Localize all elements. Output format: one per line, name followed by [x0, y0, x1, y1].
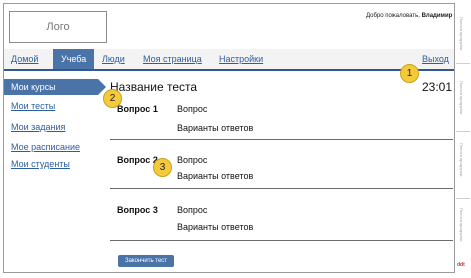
answer-options[interactable]: Варианты ответов	[177, 123, 253, 133]
logout-link[interactable]: Выход	[422, 54, 449, 64]
page-frame: Лого Добро пожаловать, Владимир Домой Уч…	[3, 3, 455, 273]
nav-my-page[interactable]: Моя страница	[143, 54, 202, 64]
question-label: Вопрос 1	[117, 104, 158, 114]
scrollbar-strip: Полоса прокрутки Полоса прокрутки Полоса…	[455, 3, 471, 273]
annotation-badge-3: 3	[153, 158, 172, 177]
divider	[110, 188, 453, 189]
test-title: Название теста	[110, 80, 198, 94]
sidebar-item-my-tests[interactable]: Мои тесты	[11, 101, 55, 111]
nav-people[interactable]: Люди	[102, 54, 125, 64]
logo-text: Лого	[46, 21, 70, 33]
question-text: Вопрос	[177, 205, 208, 215]
badge-number: 3	[159, 162, 166, 173]
answer-options[interactable]: Варианты ответов	[177, 171, 253, 181]
scrollbar-label: Полоса прокрутки	[459, 17, 464, 51]
nav-home[interactable]: Домой	[11, 54, 38, 64]
logo[interactable]: Лого	[9, 11, 107, 43]
answer-options[interactable]: Варианты ответов	[177, 222, 253, 232]
scrollbar-label: Полоса прокрутки	[459, 208, 464, 242]
welcome-prefix: Добро пожаловать,	[366, 13, 420, 19]
badge-number: 1	[406, 68, 413, 79]
divider	[110, 139, 453, 140]
divider	[456, 63, 470, 64]
sidebar-item-label: Мои курсы	[11, 82, 56, 92]
user-name[interactable]: Владимир	[422, 13, 453, 19]
sidebar-item-my-assignments[interactable]: Мои задания	[11, 122, 65, 132]
nav-settings[interactable]: Настройки	[219, 54, 263, 64]
divider	[456, 131, 470, 132]
annotation-badge-2: 2	[103, 89, 122, 108]
question-label: Вопрос 3	[117, 205, 158, 215]
question-text: Вопрос	[177, 155, 208, 165]
divider	[456, 198, 470, 199]
timer: 23:01	[422, 80, 453, 94]
main-nav: Домой Учеба Люди Моя страница Настройки …	[4, 49, 454, 71]
brand-logo: ddt	[457, 262, 465, 268]
divider	[110, 240, 453, 241]
question-label: Вопрос 2	[117, 155, 158, 165]
annotation-badge-1: 1	[400, 64, 419, 83]
finish-test-button[interactable]: Закончить тест	[118, 255, 174, 267]
sidebar-item-my-students[interactable]: Мои студенты	[11, 159, 70, 169]
question-text: Вопрос	[177, 104, 208, 114]
nav-study[interactable]: Учеба	[53, 49, 95, 69]
scrollbar-label: Полоса прокрутки	[459, 81, 464, 115]
sidebar-item-my-schedule[interactable]: Мое расписание	[11, 142, 80, 152]
badge-number: 2	[109, 93, 116, 104]
finish-test-label: Закончить тест	[124, 258, 168, 264]
welcome-message: Добро пожаловать, Владимир	[366, 13, 452, 19]
scrollbar-label: Полоса прокрутки	[459, 143, 464, 177]
